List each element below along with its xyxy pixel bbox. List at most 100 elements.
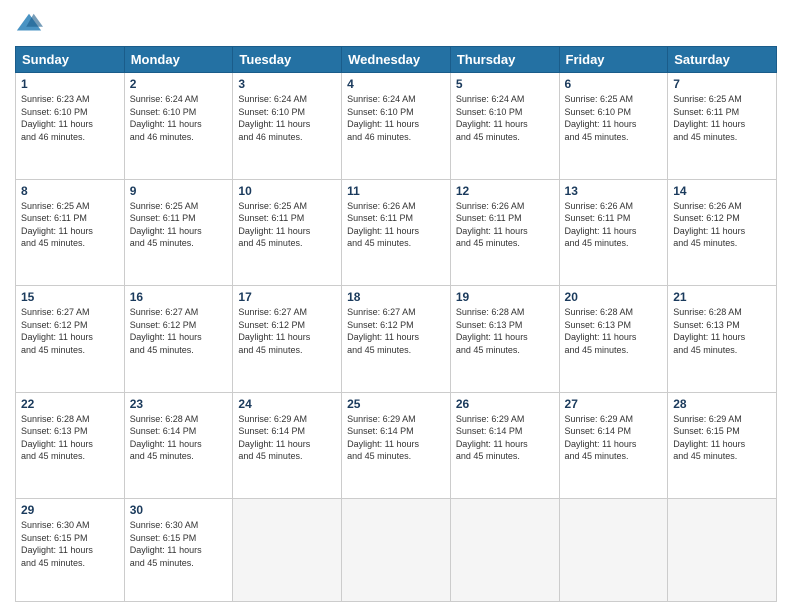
- header-cell-monday: Monday: [124, 47, 233, 73]
- calendar-body: 1 Sunrise: 6:23 AM Sunset: 6:10 PM Daylig…: [16, 73, 777, 602]
- day-info: Sunrise: 6:27 AM Sunset: 6:12 PM Dayligh…: [21, 306, 119, 356]
- day-number: 14: [673, 184, 771, 198]
- day-info: Sunrise: 6:29 AM Sunset: 6:14 PM Dayligh…: [565, 413, 663, 463]
- day-info: Sunrise: 6:30 AM Sunset: 6:15 PM Dayligh…: [21, 519, 119, 569]
- day-cell: 3Sunrise: 6:24 AM Sunset: 6:10 PM Daylig…: [233, 73, 342, 180]
- day-cell: 28 Sunrise: 6:29 AM Sunset: 6:15 PM Dayli…: [668, 392, 777, 499]
- day-cell: 7 Sunrise: 6:25 AM Sunset: 6:11 PM Daylig…: [668, 73, 777, 180]
- day-number: 26: [456, 397, 554, 411]
- day-cell: 6 Sunrise: 6:25 AM Sunset: 6:10 PM Daylig…: [559, 73, 668, 180]
- day-cell: 29 Sunrise: 6:30 AM Sunset: 6:15 PM Dayli…: [16, 499, 125, 602]
- day-number: 2: [130, 77, 228, 91]
- week-row-1: 8 Sunrise: 6:25 AM Sunset: 6:11 PM Daylig…: [16, 179, 777, 286]
- day-cell: 8 Sunrise: 6:25 AM Sunset: 6:11 PM Daylig…: [16, 179, 125, 286]
- day-info: Sunrise: 6:29 AM Sunset: 6:14 PM Dayligh…: [456, 413, 554, 463]
- day-number: 17: [238, 290, 336, 304]
- day-cell: 14 Sunrise: 6:26 AM Sunset: 6:12 PM Dayli…: [668, 179, 777, 286]
- calendar-table: SundayMondayTuesdayWednesdayThursdayFrid…: [15, 46, 777, 602]
- day-cell: [233, 499, 342, 602]
- logo: [15, 10, 47, 38]
- day-info: Sunrise: 6:27 AM Sunset: 6:12 PM Dayligh…: [238, 306, 336, 356]
- day-info: Sunrise: 6:25 AM Sunset: 6:11 PM Dayligh…: [238, 200, 336, 250]
- day-number: 22: [21, 397, 119, 411]
- day-number: 29: [21, 503, 119, 517]
- day-number: 10: [238, 184, 336, 198]
- header-cell-thursday: Thursday: [450, 47, 559, 73]
- logo-icon: [15, 10, 43, 38]
- day-cell: [559, 499, 668, 602]
- day-cell: 30 Sunrise: 6:30 AM Sunset: 6:15 PM Dayli…: [124, 499, 233, 602]
- day-cell: 10 Sunrise: 6:25 AM Sunset: 6:11 PM Dayli…: [233, 179, 342, 286]
- day-cell: 16 Sunrise: 6:27 AM Sunset: 6:12 PM Dayli…: [124, 286, 233, 393]
- day-number: 4: [347, 77, 445, 91]
- day-number: 1: [21, 77, 119, 91]
- day-number: 15: [21, 290, 119, 304]
- day-info: Sunrise: 6:28 AM Sunset: 6:13 PM Dayligh…: [456, 306, 554, 356]
- day-number: 5: [456, 77, 554, 91]
- day-info: Sunrise: 6:26 AM Sunset: 6:11 PM Dayligh…: [456, 200, 554, 250]
- header: [15, 10, 777, 38]
- day-info: Sunrise: 6:25 AM Sunset: 6:11 PM Dayligh…: [21, 200, 119, 250]
- week-row-4: 29 Sunrise: 6:30 AM Sunset: 6:15 PM Dayli…: [16, 499, 777, 602]
- day-number: 23: [130, 397, 228, 411]
- day-cell: 11 Sunrise: 6:26 AM Sunset: 6:11 PM Dayli…: [342, 179, 451, 286]
- day-cell: 12 Sunrise: 6:26 AM Sunset: 6:11 PM Dayli…: [450, 179, 559, 286]
- day-number: 28: [673, 397, 771, 411]
- day-info: Sunrise: 6:26 AM Sunset: 6:12 PM Dayligh…: [673, 200, 771, 250]
- calendar-header: SundayMondayTuesdayWednesdayThursdayFrid…: [16, 47, 777, 73]
- day-cell: 2 Sunrise: 6:24 AM Sunset: 6:10 PM Daylig…: [124, 73, 233, 180]
- day-info: Sunrise: 6:28 AM Sunset: 6:14 PM Dayligh…: [130, 413, 228, 463]
- day-cell: [450, 499, 559, 602]
- day-cell: 18 Sunrise: 6:27 AM Sunset: 6:12 PM Dayli…: [342, 286, 451, 393]
- day-cell: 26 Sunrise: 6:29 AM Sunset: 6:14 PM Dayli…: [450, 392, 559, 499]
- day-info: Sunrise: 6:24 AM Sunset: 6:10 PM Dayligh…: [130, 93, 228, 143]
- day-info: Sunrise: 6:29 AM Sunset: 6:14 PM Dayligh…: [347, 413, 445, 463]
- day-info: Sunrise: 6:28 AM Sunset: 6:13 PM Dayligh…: [565, 306, 663, 356]
- day-info: Sunrise: 6:28 AM Sunset: 6:13 PM Dayligh…: [673, 306, 771, 356]
- day-info: Sunrise: 6:30 AM Sunset: 6:15 PM Dayligh…: [130, 519, 228, 569]
- day-info: Sunrise: 6:25 AM Sunset: 6:11 PM Dayligh…: [130, 200, 228, 250]
- day-number: 12: [456, 184, 554, 198]
- day-number: 18: [347, 290, 445, 304]
- header-cell-saturday: Saturday: [668, 47, 777, 73]
- day-info: Sunrise: 6:25 AM Sunset: 6:10 PM Dayligh…: [565, 93, 663, 143]
- header-row: SundayMondayTuesdayWednesdayThursdayFrid…: [16, 47, 777, 73]
- day-number: 21: [673, 290, 771, 304]
- week-row-0: 1 Sunrise: 6:23 AM Sunset: 6:10 PM Daylig…: [16, 73, 777, 180]
- day-cell: 15 Sunrise: 6:27 AM Sunset: 6:12 PM Dayli…: [16, 286, 125, 393]
- day-number: 8: [21, 184, 119, 198]
- day-cell: 22 Sunrise: 6:28 AM Sunset: 6:13 PM Dayli…: [16, 392, 125, 499]
- day-number: 27: [565, 397, 663, 411]
- day-number: 9: [130, 184, 228, 198]
- day-cell: 1 Sunrise: 6:23 AM Sunset: 6:10 PM Daylig…: [16, 73, 125, 180]
- day-cell: 21 Sunrise: 6:28 AM Sunset: 6:13 PM Dayli…: [668, 286, 777, 393]
- day-info: Sunrise: 6:25 AM Sunset: 6:11 PM Dayligh…: [673, 93, 771, 143]
- day-info: Sunrise: 6:26 AM Sunset: 6:11 PM Dayligh…: [347, 200, 445, 250]
- week-row-3: 22 Sunrise: 6:28 AM Sunset: 6:13 PM Dayli…: [16, 392, 777, 499]
- header-cell-friday: Friday: [559, 47, 668, 73]
- day-cell: 20Sunrise: 6:28 AM Sunset: 6:13 PM Dayli…: [559, 286, 668, 393]
- day-info: Sunrise: 6:27 AM Sunset: 6:12 PM Dayligh…: [130, 306, 228, 356]
- day-number: 16: [130, 290, 228, 304]
- day-info: Sunrise: 6:26 AM Sunset: 6:11 PM Dayligh…: [565, 200, 663, 250]
- day-cell: 23 Sunrise: 6:28 AM Sunset: 6:14 PM Dayli…: [124, 392, 233, 499]
- day-info: Sunrise: 6:24 AM Sunset: 6:10 PM Dayligh…: [238, 93, 336, 143]
- day-cell: 9 Sunrise: 6:25 AM Sunset: 6:11 PM Daylig…: [124, 179, 233, 286]
- day-number: 11: [347, 184, 445, 198]
- day-number: 6: [565, 77, 663, 91]
- day-cell: 5 Sunrise: 6:24 AM Sunset: 6:10 PM Daylig…: [450, 73, 559, 180]
- day-info: Sunrise: 6:27 AM Sunset: 6:12 PM Dayligh…: [347, 306, 445, 356]
- header-cell-wednesday: Wednesday: [342, 47, 451, 73]
- day-number: 30: [130, 503, 228, 517]
- header-cell-sunday: Sunday: [16, 47, 125, 73]
- day-info: Sunrise: 6:24 AM Sunset: 6:10 PM Dayligh…: [456, 93, 554, 143]
- day-cell: 27 Sunrise: 6:29 AM Sunset: 6:14 PM Dayli…: [559, 392, 668, 499]
- day-info: Sunrise: 6:29 AM Sunset: 6:15 PM Dayligh…: [673, 413, 771, 463]
- day-info: Sunrise: 6:23 AM Sunset: 6:10 PM Dayligh…: [21, 93, 119, 143]
- page: SundayMondayTuesdayWednesdayThursdayFrid…: [0, 0, 792, 612]
- day-cell: 4Sunrise: 6:24 AM Sunset: 6:10 PM Daylig…: [342, 73, 451, 180]
- day-number: 13: [565, 184, 663, 198]
- day-cell: 25Sunrise: 6:29 AM Sunset: 6:14 PM Dayli…: [342, 392, 451, 499]
- day-number: 7: [673, 77, 771, 91]
- day-info: Sunrise: 6:28 AM Sunset: 6:13 PM Dayligh…: [21, 413, 119, 463]
